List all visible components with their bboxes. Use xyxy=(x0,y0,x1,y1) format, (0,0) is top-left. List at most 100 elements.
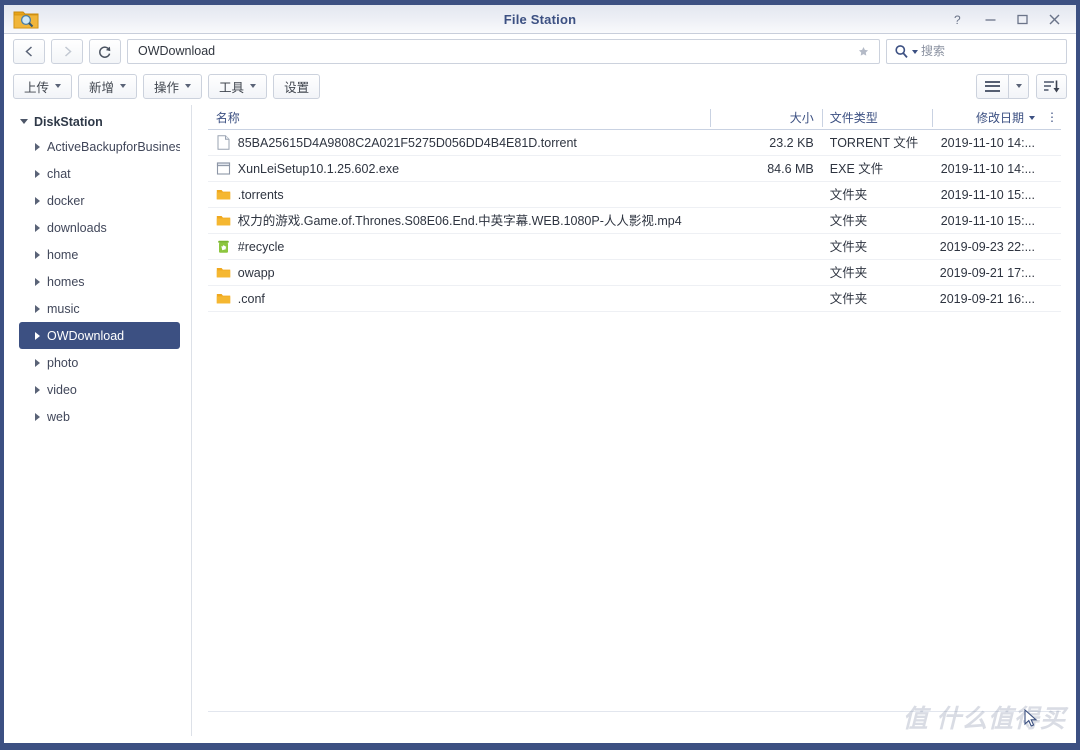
svg-text:?: ? xyxy=(954,13,961,26)
folder-icon xyxy=(216,294,230,304)
sidebar-item-docker[interactable]: docker xyxy=(19,187,180,214)
file-date-cell: 2019-11-10 15:... xyxy=(940,213,1035,228)
view-mode-chevron-down-icon[interactable] xyxy=(1008,73,1029,99)
folder-search-icon xyxy=(13,11,39,29)
window-controls: ? xyxy=(942,5,1070,34)
column-header-name[interactable]: 名称 xyxy=(208,106,710,130)
folder-icon xyxy=(216,190,230,200)
sidebar-item-activebackupforbusiness[interactable]: ActiveBackupforBusiness xyxy=(19,133,180,160)
search-icon xyxy=(895,45,908,58)
forward-button[interactable] xyxy=(51,39,83,64)
chevron-right-icon[interactable] xyxy=(35,304,40,313)
file-type-cell: 文件夹 xyxy=(829,213,868,228)
table-row[interactable]: .torrents 文件夹 2019-11-10 15:... xyxy=(207,182,1061,208)
chevron-down-icon xyxy=(250,84,257,88)
search-input[interactable]: 搜索 xyxy=(921,40,945,63)
sidebar-item-homes[interactable]: homes xyxy=(19,268,180,295)
chevron-right-icon[interactable] xyxy=(35,142,40,151)
toolbar-right-group xyxy=(976,70,1067,102)
column-header-name-label: 名称 xyxy=(215,110,240,125)
sidebar-item-owdownload[interactable]: OWDownload xyxy=(19,322,180,349)
chevron-down-icon[interactable] xyxy=(20,119,28,124)
file-name-text: XunLeiSetup10.1.25.602.exe xyxy=(237,161,400,176)
file-size-cell xyxy=(710,208,822,234)
sidebar-item-label: downloads xyxy=(47,220,107,235)
chevron-right-icon[interactable] xyxy=(35,223,40,232)
list-view-icon[interactable] xyxy=(976,73,1008,99)
search-box[interactable]: 搜索 xyxy=(886,39,1067,64)
chevron-right-icon[interactable] xyxy=(35,250,40,259)
window-body: DiskStation ActiveBackupforBusiness chat… xyxy=(8,105,1072,736)
sidebar-root-label: DiskStation xyxy=(34,114,103,129)
search-scope-caret-icon[interactable] xyxy=(912,49,918,54)
sidebar-item-label: video xyxy=(47,382,77,397)
file-type-cell: 文件夹 xyxy=(829,239,868,254)
file-name-cell: 85BA25615D4A9808C2A021F5275D056DD4B4E81D… xyxy=(208,130,710,156)
refresh-icon xyxy=(99,45,111,58)
file-name-text: .torrents xyxy=(237,187,284,202)
file-name-text: .conf xyxy=(237,291,265,306)
file-name-cell: .torrents xyxy=(208,182,710,208)
action-button[interactable]: 操作 xyxy=(143,73,203,99)
sort-descending-icon[interactable] xyxy=(1036,73,1067,99)
sidebar-root-diskstation[interactable]: DiskStation xyxy=(8,110,191,133)
table-row[interactable]: owapp 文件夹 2019-09-21 17:... xyxy=(207,260,1061,286)
star-icon[interactable] xyxy=(858,44,873,59)
file-date-cell: 2019-09-23 22:... xyxy=(939,239,1035,254)
file-date-cell: 2019-11-10 14:... xyxy=(940,161,1035,176)
sidebar-item-chat[interactable]: chat xyxy=(19,160,180,187)
column-header-date-label: 修改日期 xyxy=(975,110,1024,125)
chevron-right-icon[interactable] xyxy=(35,169,40,178)
file-size-cell xyxy=(710,260,822,286)
table-row[interactable]: 权力的游戏.Game.of.Thrones.S08E06.End.中英字幕.WE… xyxy=(207,208,1061,234)
column-options-icon[interactable]: ⋮ xyxy=(1043,106,1061,130)
main-toolbar: 上传 新增 操作 工具 设置 xyxy=(4,70,1076,102)
tools-button[interactable]: 工具 xyxy=(208,73,268,99)
chevron-down-icon xyxy=(55,84,62,88)
table-row[interactable]: 85BA25615D4A9808C2A021F5275D056DD4B4E81D… xyxy=(207,130,1061,156)
file-size-cell xyxy=(710,234,822,260)
chevron-down-icon xyxy=(120,84,127,88)
chevron-right-icon[interactable] xyxy=(35,412,40,421)
window-title: File Station xyxy=(503,11,577,27)
upload-button-label: 上传 xyxy=(24,80,50,95)
window-titlebar: File Station ? xyxy=(4,0,1076,34)
refresh-button[interactable] xyxy=(89,39,121,64)
sidebar-item-music[interactable]: music xyxy=(19,295,180,322)
sort-descending-caret-icon xyxy=(1029,115,1035,120)
chevron-right-icon[interactable] xyxy=(35,277,40,286)
chevron-right-icon[interactable] xyxy=(35,196,40,205)
chevron-right-icon[interactable] xyxy=(35,358,40,367)
sidebar-item-label: ActiveBackupforBusiness xyxy=(47,139,180,154)
help-button[interactable]: ? xyxy=(942,5,974,34)
file-size-cell: 84.6 MB xyxy=(767,161,814,176)
folder-icon xyxy=(216,216,230,226)
sidebar-item-photo[interactable]: photo xyxy=(19,349,180,376)
settings-button[interactable]: 设置 xyxy=(273,73,321,99)
column-header-size[interactable]: 大小 xyxy=(709,106,822,130)
table-row[interactable]: XunLeiSetup10.1.25.602.exe 84.6 MB EXE 文… xyxy=(207,156,1061,182)
sidebar-item-web[interactable]: web xyxy=(19,403,180,430)
column-header-date[interactable]: 修改日期 xyxy=(931,106,1043,130)
column-header-type[interactable]: 文件类型 xyxy=(821,106,932,130)
sidebar-item-downloads[interactable]: downloads xyxy=(19,214,180,241)
close-button[interactable] xyxy=(1038,5,1070,34)
chevron-right-icon[interactable] xyxy=(35,331,40,340)
chevron-right-icon[interactable] xyxy=(35,385,40,394)
file-date-cell: 2019-11-10 14:... xyxy=(940,135,1035,150)
file-list-panel: 名称 大小 文件类型 修改日期 ⋮ 85BA25615D4A9808C2A021… xyxy=(191,105,1072,736)
sidebar-item-label: web xyxy=(47,409,70,424)
minimize-button[interactable] xyxy=(974,5,1006,34)
create-button[interactable]: 新增 xyxy=(78,73,138,99)
sidebar-item-home[interactable]: home xyxy=(19,241,180,268)
create-button-label: 新增 xyxy=(89,80,115,95)
table-row[interactable]: .conf 文件夹 2019-09-21 16:... xyxy=(207,286,1061,312)
address-bar[interactable]: OWDownload xyxy=(127,39,880,64)
sidebar-item-video[interactable]: video xyxy=(19,376,180,403)
table-row[interactable]: #recycle 文件夹 2019-09-23 22:... xyxy=(207,234,1061,260)
file-date-cell: 2019-09-21 16:... xyxy=(939,291,1035,306)
maximize-button[interactable] xyxy=(1006,5,1038,34)
upload-button[interactable]: 上传 xyxy=(13,73,73,99)
address-path-text: OWDownload xyxy=(138,44,216,58)
back-button[interactable] xyxy=(13,39,45,64)
